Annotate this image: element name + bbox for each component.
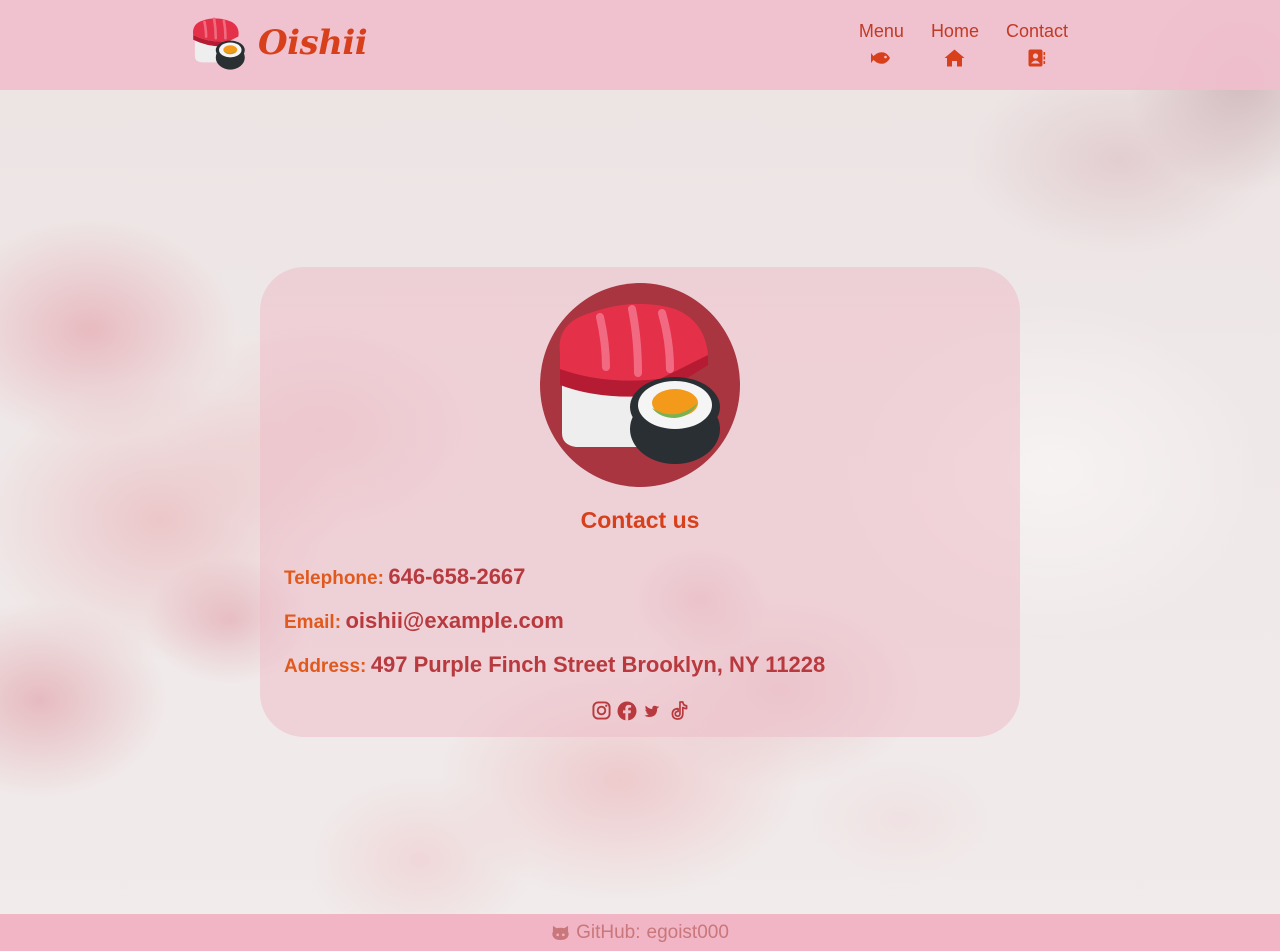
nav-item-contact[interactable]: Contact xyxy=(1006,20,1068,68)
brand-name: Oishii xyxy=(258,23,368,63)
fish-icon xyxy=(871,48,891,68)
email-label: Email: xyxy=(284,612,342,633)
telephone-label: Telephone: xyxy=(284,568,384,589)
footer-github-username[interactable]: egoist000 xyxy=(647,922,729,944)
nav-label-home: Home xyxy=(930,21,979,41)
sushi-avatar-icon xyxy=(540,283,740,487)
nav-item-menu[interactable]: Menu xyxy=(859,20,904,68)
twitter-icon[interactable] xyxy=(643,700,664,721)
home-icon xyxy=(944,48,965,68)
address-book-icon xyxy=(1028,48,1046,68)
address-label: Address: xyxy=(284,656,367,677)
email-value[interactable]: oishii@example.com xyxy=(345,608,563,633)
brand[interactable]: Oishii xyxy=(190,14,368,72)
site-header: Oishii Menu Home Contact xyxy=(0,0,1280,90)
tiktok-icon[interactable] xyxy=(669,700,690,721)
contact-card: Contact us Telephone: 646-658-2667 Email… xyxy=(260,267,1020,737)
sushi-icon xyxy=(193,17,245,70)
telephone-value[interactable]: 646-658-2667 xyxy=(388,564,525,589)
telephone-row: Telephone: 646-658-2667 xyxy=(284,564,525,590)
instagram-icon[interactable] xyxy=(591,700,612,721)
footer-github-label: GitHub: xyxy=(576,921,641,943)
address-value: 497 Purple Finch Street Brooklyn, NY 112… xyxy=(370,652,826,677)
email-row: Email: oishii@example.com xyxy=(284,608,564,634)
github-icon xyxy=(551,924,570,941)
facebook-icon[interactable] xyxy=(617,700,638,721)
contact-title: Contact us xyxy=(580,507,700,533)
social-links xyxy=(260,700,1020,721)
nav-item-home[interactable]: Home xyxy=(931,20,979,68)
nav-label-menu: Menu xyxy=(858,21,904,41)
address-row: Address: 497 Purple Finch Street Brookly… xyxy=(284,652,825,678)
nav-label-contact: Contact xyxy=(1005,21,1068,41)
main-nav: Menu Home Contact xyxy=(859,20,1068,68)
site-footer: GitHub: egoist000 xyxy=(0,914,1280,951)
